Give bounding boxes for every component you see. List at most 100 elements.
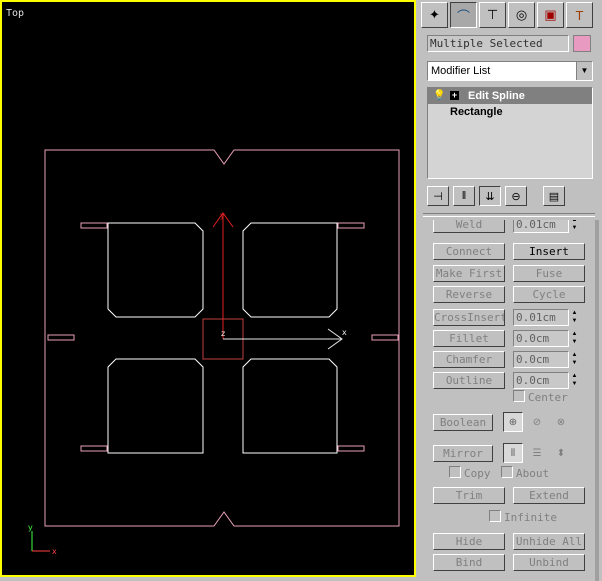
insert-button[interactable]: Insert	[513, 243, 585, 260]
cross-insert-button[interactable]: CrossInsert	[433, 309, 505, 326]
spinner-arrows-icon[interactable]: ▲ ▼	[570, 220, 579, 233]
tab-br[interactable]	[337, 445, 365, 452]
about-label: About	[516, 467, 550, 480]
gizmo-z-label: z	[221, 329, 225, 338]
tab-display[interactable]: ▣	[537, 2, 564, 28]
lightbulb-icon[interactable]: 💡	[433, 88, 445, 104]
chamfer-value[interactable]: 0.0cm	[513, 351, 569, 368]
stack-item-edit-spline[interactable]: 💡 + Edit Spline	[428, 88, 592, 104]
expand-plus-icon[interactable]: +	[450, 91, 459, 100]
tab-tl[interactable]	[80, 222, 108, 229]
chamfer-button[interactable]: Chamfer	[433, 351, 505, 368]
selection-color-swatch[interactable]	[573, 35, 591, 52]
pin-stack-button[interactable]: ⊣	[427, 186, 449, 206]
right-tab[interactable]	[371, 334, 399, 341]
stack-item-rectangle[interactable]: Rectangle	[428, 104, 592, 120]
weld-value[interactable]: 0.01cm	[513, 220, 569, 233]
subtract-icon[interactable]: ⊘	[527, 412, 547, 432]
trash-icon: ⊖	[511, 190, 521, 203]
window-bottom-left[interactable]	[107, 358, 204, 454]
spinner-arrows-icon[interactable]: ▲ ▼	[570, 309, 579, 326]
modifier-list-label: Modifier List	[431, 65, 491, 77]
checkbox-box[interactable]	[449, 466, 461, 478]
spinner-arrows-icon[interactable]: ▲ ▼	[570, 372, 579, 389]
about-checkbox[interactable]: About	[501, 466, 549, 480]
panel-separator	[423, 213, 595, 217]
cross-insert-value[interactable]: 0.01cm	[513, 309, 569, 326]
center-checkbox[interactable]: Center	[513, 390, 568, 404]
cursor-star-icon: ✦	[429, 7, 440, 22]
chamfer-spinner[interactable]: 0.0cm ▲ ▼	[513, 351, 579, 368]
checkbox-box[interactable]	[489, 510, 501, 522]
window-bottom-right[interactable]	[242, 358, 338, 454]
geometry-rollout[interactable]: Weld 0.01cm ▲ ▼ Connect Insert Make First…	[421, 220, 599, 581]
copy-checkbox[interactable]: Copy	[449, 466, 491, 480]
outline-button[interactable]: Outline	[433, 372, 505, 389]
mirror-horizontal-icon[interactable]: ⫴	[503, 443, 523, 463]
outline-value[interactable]: 0.0cm	[513, 372, 569, 389]
mirror-both-icon[interactable]: ⬍	[551, 443, 571, 463]
remove-modifier-button[interactable]: ⊖	[505, 186, 527, 206]
show-end-result-button[interactable]: ‖	[453, 186, 475, 206]
center-label: Center	[528, 391, 568, 404]
window-top-right[interactable]	[242, 222, 338, 318]
fillet-button[interactable]: Fillet	[433, 330, 505, 347]
configure-sets-button[interactable]: ▤	[543, 186, 565, 206]
tab-utilities[interactable]: T	[566, 2, 593, 28]
window-top-left[interactable]	[107, 222, 204, 318]
union-icon[interactable]: ⊕	[503, 412, 523, 432]
tab-motion[interactable]: ◎	[508, 2, 535, 28]
tab-hierarchy[interactable]: ⊤	[479, 2, 506, 28]
viewport-label[interactable]: Top	[6, 8, 24, 19]
pin-icon: ⊣	[433, 190, 443, 203]
gizmo-y-label: y	[220, 211, 225, 220]
outline-spinner[interactable]: 0.0cm ▲ ▼	[513, 372, 579, 389]
fillet-value[interactable]: 0.0cm	[513, 330, 569, 347]
modifier-list-dropdown[interactable]: Modifier List ▼	[427, 61, 593, 81]
stack-toolbar: ⊣ ‖ ⇊ ⊖ ▤	[427, 185, 593, 207]
top-viewport[interactable]: y x z y x Top	[0, 0, 416, 577]
cross-insert-spinner[interactable]: 0.01cm ▲ ▼	[513, 309, 579, 326]
boolean-button[interactable]: Boolean	[433, 414, 493, 431]
fillet-spinner[interactable]: 0.0cm ▲ ▼	[513, 330, 579, 347]
motion-wheel-icon: ◎	[515, 7, 528, 22]
selection-name-field[interactable]: Multiple Selected	[427, 35, 569, 52]
hide-button[interactable]: Hide	[433, 533, 505, 550]
mirror-vertical-icon[interactable]: ☰	[527, 443, 547, 463]
outer-spline[interactable]	[44, 149, 400, 527]
make-first-button[interactable]: Make First	[433, 265, 505, 282]
checkbox-box[interactable]	[513, 390, 525, 402]
connect-button[interactable]: Connect	[433, 243, 505, 260]
spinner-arrows-icon[interactable]: ▲ ▼	[570, 351, 579, 368]
spinner-arrows-icon[interactable]: ▲ ▼	[570, 330, 579, 347]
mirror-button[interactable]: Mirror	[433, 445, 493, 462]
gizmo-x-label: x	[342, 328, 347, 337]
infinite-checkbox[interactable]: Infinite	[489, 510, 557, 524]
fuse-button[interactable]: Fuse	[513, 265, 585, 282]
display-monitor-icon: ▣	[544, 7, 557, 22]
tab-bl[interactable]	[80, 445, 108, 452]
modifier-stack[interactable]: 💡 + Edit Spline Rectangle	[427, 87, 593, 179]
bind-button[interactable]: Bind	[433, 554, 505, 571]
left-tab[interactable]	[47, 334, 75, 341]
make-unique-button[interactable]: ⇊	[479, 186, 501, 206]
unique-icon: ⇊	[485, 190, 495, 203]
tab-modify[interactable]: ⌒	[450, 2, 477, 28]
cycle-button[interactable]: Cycle	[513, 286, 585, 303]
panel-scrollbar[interactable]	[595, 220, 599, 581]
unhide-all-button[interactable]: Unhide All	[513, 533, 585, 550]
infinite-label: Infinite	[504, 511, 557, 524]
weld-button[interactable]: Weld	[433, 220, 505, 233]
extend-button[interactable]: Extend	[513, 487, 585, 504]
chevron-down-icon[interactable]: ▼	[576, 62, 592, 80]
weld-spinner[interactable]: 0.01cm ▲ ▼	[513, 220, 579, 233]
tab-tr[interactable]	[337, 222, 365, 229]
intersect-icon[interactable]: ⊗	[551, 412, 571, 432]
viewport-scene[interactable]: y x z y x	[2, 2, 414, 575]
reverse-button[interactable]: Reverse	[433, 286, 505, 303]
checkbox-box[interactable]	[501, 466, 513, 478]
tab-create[interactable]: ✦	[421, 2, 448, 28]
stack-item-label: Edit Spline	[468, 90, 525, 102]
trim-button[interactable]: Trim	[433, 487, 505, 504]
unbind-button[interactable]: Unbind	[513, 554, 585, 571]
